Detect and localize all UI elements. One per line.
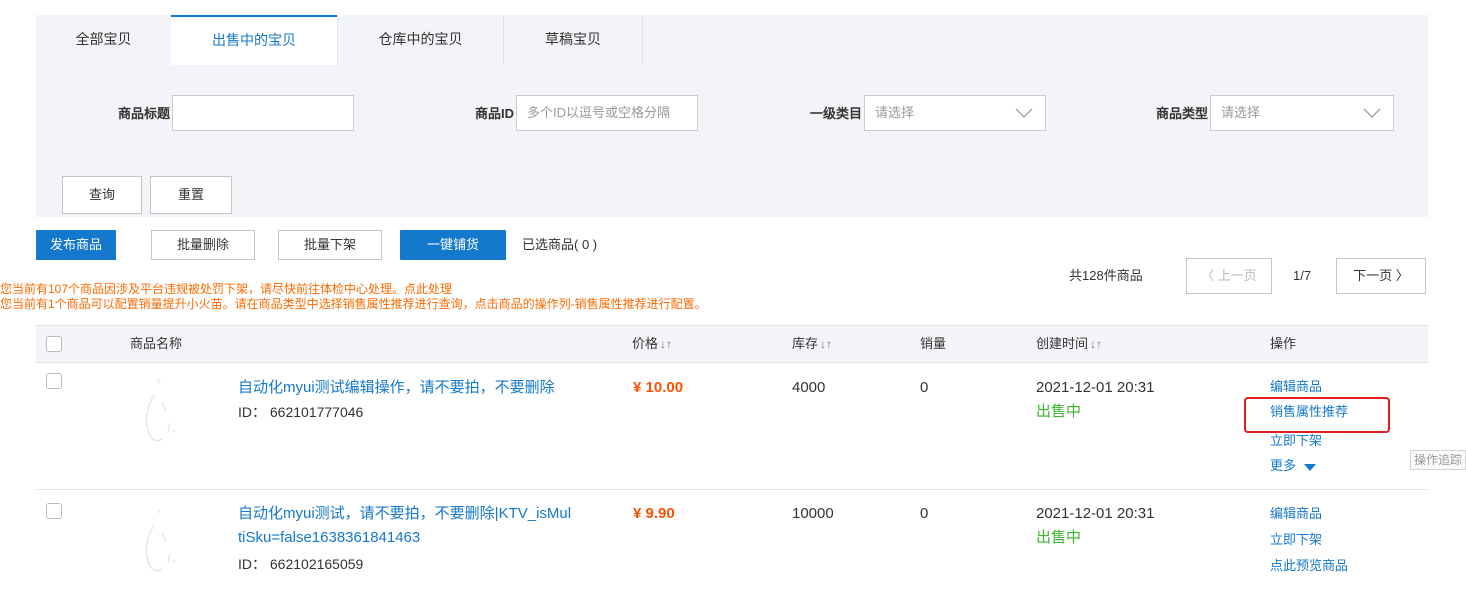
product-stock: 4000: [792, 379, 826, 396]
type-select-value: 请选择: [1221, 105, 1261, 120]
product-thumbnail[interactable]: [118, 373, 198, 453]
product-price: ¥ 10.00: [633, 379, 684, 396]
row-checkbox[interactable]: [46, 373, 62, 389]
reset-button[interactable]: 重置: [150, 176, 232, 214]
product-sales: 0: [920, 505, 929, 522]
chevron-down-icon: [1363, 108, 1381, 118]
edit-item-link[interactable]: 编辑商品: [1270, 501, 1322, 526]
tab-warehouse[interactable]: 仓库中的宝贝: [338, 15, 503, 65]
publish-item-button[interactable]: 发布商品: [36, 230, 116, 260]
product-name-link[interactable]: 自动化myui测试编辑操作，请不要拍，不要删除: [238, 377, 555, 399]
sort-icon: ↓↑: [820, 337, 833, 351]
more-label: 更多: [1270, 458, 1297, 473]
selected-count: 已选商品( 0 ): [522, 237, 598, 252]
total-count: 共128件商品: [1069, 268, 1143, 283]
col-price-header[interactable]: 价格 ↓↑: [632, 326, 672, 362]
product-name-link-line2[interactable]: tiSku=false1638361841463: [238, 527, 420, 549]
tab-all-items[interactable]: 全部宝贝: [36, 15, 171, 65]
batch-offshelf-button[interactable]: 批量下架: [278, 230, 382, 260]
prev-page-button[interactable]: 〈 上一页: [1186, 258, 1272, 294]
col-name-header: 商品名称: [130, 336, 183, 351]
id-filter-label: 商品ID: [474, 106, 514, 121]
violation-notice: 您当前有107个商品因涉及平台违规被处罚下架，请尽快前往体检中心处理。点此处理: [0, 282, 452, 297]
type-select[interactable]: 请选择: [1210, 95, 1394, 131]
next-page-button[interactable]: 下一页 〉: [1336, 258, 1426, 294]
offshelf-link[interactable]: 立即下架: [1270, 428, 1322, 453]
product-id: ID： 662101777046: [238, 404, 364, 420]
violation-notice-text: 您当前有107个商品因涉及平台违规被处罚下架，请尽快前往体检中心处理。: [0, 282, 405, 296]
category-select-value: 请选择: [875, 105, 915, 120]
category-select[interactable]: 请选择: [864, 95, 1046, 131]
type-filter-label: 商品类型: [1155, 106, 1208, 121]
tab-on-sale[interactable]: 出售中的宝贝: [171, 15, 337, 67]
offshelf-link[interactable]: 立即下架: [1270, 527, 1322, 552]
more-dropdown[interactable]: 更多: [1270, 453, 1317, 478]
product-price: ¥ 9.90: [633, 505, 675, 522]
sort-icon: ↓↑: [660, 337, 673, 351]
product-status: 出售中: [1036, 403, 1082, 420]
one-click-distribute-button[interactable]: 一键铺货: [400, 230, 506, 260]
edit-item-link[interactable]: 编辑商品: [1270, 374, 1322, 399]
row-divider: [36, 489, 1428, 490]
row-checkbox[interactable]: [46, 503, 62, 519]
product-name-link[interactable]: 自动化myui测试，请不要拍，不要删除|KTV_isMul: [238, 503, 571, 525]
title-filter-label: 商品标题: [117, 106, 170, 121]
caret-down-icon: [1303, 463, 1316, 471]
product-created-time: 2021-12-01 20:31: [1036, 379, 1155, 396]
handle-link[interactable]: 点此处理: [404, 282, 452, 296]
chevron-down-icon: [1015, 108, 1033, 118]
tab-drafts[interactable]: 草稿宝贝: [504, 15, 642, 65]
col-created-header[interactable]: 创建时间 ↓↑: [1036, 326, 1102, 362]
product-created-time: 2021-12-01 20:31: [1036, 505, 1155, 522]
tab-bar: 全部宝贝 出售中的宝贝 仓库中的宝贝 草稿宝贝: [36, 15, 1428, 67]
tab-divider: [642, 15, 643, 65]
select-all-checkbox[interactable]: [46, 336, 62, 352]
category-filter-label: 一级类目: [809, 106, 862, 121]
col-stock-label: 库存: [792, 336, 819, 351]
page-indicator: 1/7: [1293, 268, 1312, 283]
col-price-label: 价格: [632, 336, 659, 351]
col-ops-header: 操作: [1270, 336, 1297, 351]
product-sales: 0: [920, 379, 929, 396]
filter-panel: 商品标题 商品ID 多个ID以逗号或空格分隔 一级类目 请选择 商品类型 请选择…: [36, 65, 1428, 217]
sort-icon: ↓↑: [1090, 337, 1103, 351]
col-created-label: 创建时间: [1036, 336, 1089, 351]
col-sales-header: 销量: [920, 336, 947, 351]
title-filter-input[interactable]: [172, 95, 354, 131]
col-stock-header[interactable]: 库存 ↓↑: [792, 326, 832, 362]
sales-boost-notice: 您当前有1个商品可以配置销量提升小火苗。请在商品类型中选择销售属性推荐进行查询，…: [0, 297, 707, 311]
product-status: 出售中: [1036, 529, 1082, 546]
preview-item-link[interactable]: 点此预览商品: [1270, 553, 1348, 578]
batch-delete-button[interactable]: 批量删除: [151, 230, 255, 260]
query-button[interactable]: 查询: [62, 176, 142, 214]
product-thumbnail[interactable]: [118, 503, 198, 583]
product-stock: 10000: [792, 505, 834, 522]
id-filter-input[interactable]: 多个ID以逗号或空格分隔: [516, 95, 698, 131]
product-id: ID： 662102165059: [238, 556, 364, 572]
table-header: 商品名称 价格 ↓↑ 库存 ↓↑ 销量 创建时间 ↓↑ 操作: [36, 325, 1428, 363]
operation-trace-tab[interactable]: 操作追踪: [1410, 450, 1466, 470]
